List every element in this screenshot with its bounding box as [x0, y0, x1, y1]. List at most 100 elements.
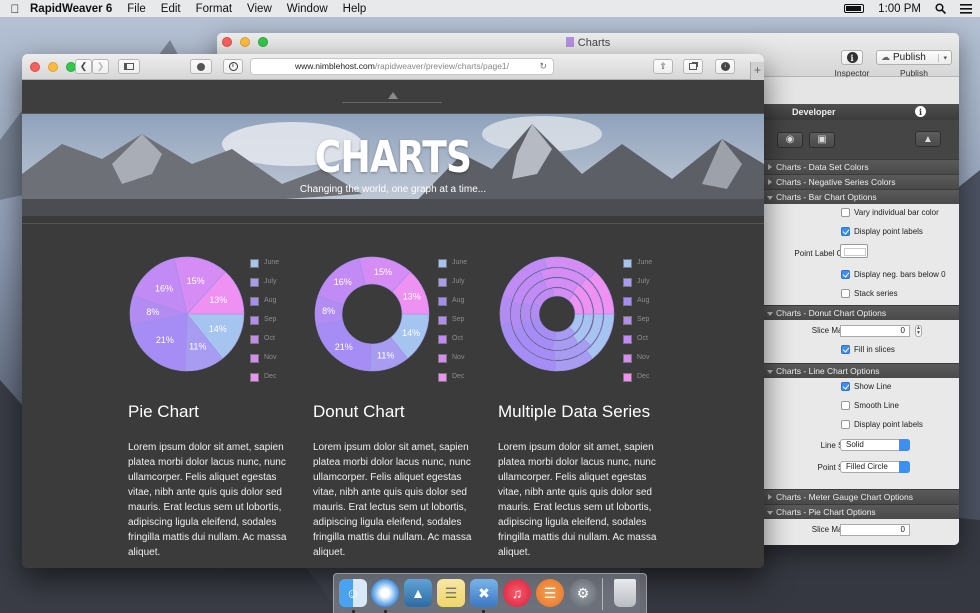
- stack-series-checkbox[interactable]: [841, 289, 850, 298]
- section-bar-chart-options[interactable]: Charts - Bar Chart Options: [764, 189, 959, 204]
- trash-icon[interactable]: [614, 579, 636, 607]
- vary-bar-color-checkbox[interactable]: [841, 208, 850, 217]
- legend-swatch: [250, 278, 259, 287]
- legend-item: Nov: [250, 354, 279, 373]
- legend-swatch: [250, 335, 259, 344]
- menu-view[interactable]: View: [247, 3, 272, 15]
- chart-slice[interactable]: [520, 302, 532, 324]
- donut-slice-margin-field[interactable]: 0: [840, 325, 910, 337]
- back-button[interactable]: ❮: [75, 59, 92, 74]
- preview-icon[interactable]: ▲: [404, 579, 432, 607]
- publish-tool[interactable]: ☁ Publish ▾ Publish: [876, 50, 952, 78]
- legend-swatch: [623, 316, 632, 325]
- pie-slice-margin-field[interactable]: 0: [840, 524, 910, 536]
- legend-label: Aug: [452, 297, 465, 304]
- chart-data-label: 21%: [335, 342, 353, 352]
- menu-clock[interactable]: 1:00 PM: [878, 3, 921, 15]
- line-style-select[interactable]: Solid: [840, 439, 910, 451]
- finder-icon[interactable]: ☺: [339, 579, 367, 607]
- legend-item: July: [623, 278, 652, 297]
- menu-help[interactable]: Help: [343, 3, 367, 15]
- inspector-tool[interactable]: i Inspector: [829, 50, 875, 78]
- section-meter-gauge-options[interactable]: Charts - Meter Gauge Chart Options: [764, 489, 959, 504]
- multi-series-donut-chart: [499, 256, 615, 372]
- extension-button[interactable]: [190, 59, 212, 74]
- menu-app-name[interactable]: RapidWeaver 6: [30, 3, 112, 15]
- eye-icon[interactable]: ◉: [777, 131, 803, 148]
- show-line-checkbox[interactable]: [841, 382, 850, 391]
- sidebar-button[interactable]: [118, 59, 140, 74]
- chart-data-label: 8%: [146, 307, 159, 317]
- forward-button[interactable]: ❯: [92, 59, 109, 74]
- section-line-chart-options[interactable]: Charts - Line Chart Options: [764, 363, 959, 378]
- legend-label: Nov: [264, 354, 277, 361]
- fill-in-slices-option: Fill in slices: [764, 341, 959, 363]
- system-preferences-icon[interactable]: ⚙: [569, 579, 597, 607]
- hero-title: CHARTS: [314, 132, 472, 183]
- legend-swatch: [438, 316, 447, 325]
- menu-window[interactable]: Window: [287, 3, 328, 15]
- pie-chart-legend: June July Aug Sep Oct Nov Dec: [250, 259, 279, 392]
- line-display-labels-checkbox[interactable]: [841, 420, 850, 429]
- chevron-down-icon[interactable]: ▾: [938, 53, 951, 62]
- chart-data-label: 13%: [403, 291, 421, 301]
- section-donut-chart-options[interactable]: Charts - Donut Chart Options: [764, 305, 959, 320]
- safari-minimize-icon[interactable]: [48, 62, 58, 72]
- legend-item: Aug: [623, 297, 652, 316]
- spotlight-search-icon[interactable]: [935, 3, 946, 14]
- menu-edit[interactable]: Edit: [161, 3, 181, 15]
- neg-bars-checkbox[interactable]: [841, 270, 850, 279]
- hero-subtitle: Changing the world, one graph at a time.…: [299, 184, 487, 195]
- legend-label: Dec: [637, 373, 650, 380]
- address-bar[interactable]: www.nimblehost.com/rapidweaver/preview/c…: [250, 58, 554, 75]
- share-button[interactable]: ⇧: [653, 59, 673, 74]
- divider: [342, 102, 442, 103]
- plugin-icon[interactable]: ▲: [915, 131, 941, 147]
- legend-item: Oct: [250, 335, 279, 354]
- reload-icon[interactable]: ↻: [539, 59, 547, 74]
- legend-item: Oct: [623, 335, 652, 354]
- lock-icon[interactable]: ▣: [809, 131, 835, 148]
- section-data-set-colors[interactable]: Charts - Data Set Colors: [764, 159, 959, 174]
- developer-info-icon[interactable]: i: [915, 106, 926, 117]
- itunes-icon[interactable]: ♫: [503, 579, 531, 607]
- tabs-button[interactable]: [683, 59, 703, 74]
- ibooks-icon[interactable]: ☰: [536, 579, 564, 607]
- donut-slice-margin-option: Slice Margin: 0 ▲ ▼: [811, 325, 922, 337]
- smooth-line-checkbox[interactable]: [841, 401, 850, 410]
- safari-window: ❮ ❯ i www.nimblehost.com/rapidweaver/pre…: [22, 54, 764, 568]
- donut-slice-margin-stepper[interactable]: ▲ ▼: [915, 325, 922, 337]
- downloads-button[interactable]: ↓: [715, 59, 735, 74]
- legend-label: Nov: [637, 354, 650, 361]
- legend-label: July: [452, 278, 465, 285]
- menu-file[interactable]: File: [127, 3, 146, 15]
- show-line-option: Show Line: [764, 378, 959, 397]
- publish-button[interactable]: ☁ Publish ▾: [876, 50, 952, 65]
- chart-data-label: 15%: [187, 276, 205, 286]
- xcode-icon[interactable]: ✖: [470, 579, 498, 607]
- web-page: CHARTS Changing the world, one graph at …: [22, 80, 764, 568]
- triangle-up-icon[interactable]: [388, 92, 398, 99]
- new-tab-button[interactable]: +: [750, 62, 764, 80]
- chart-slice[interactable]: [499, 295, 513, 326]
- inspector-button[interactable]: i: [841, 50, 863, 65]
- legend-label: Sep: [452, 316, 465, 323]
- bar-display-labels-checkbox[interactable]: [841, 227, 850, 236]
- point-label-color-well[interactable]: [840, 244, 868, 258]
- battery-icon[interactable]: [844, 4, 865, 13]
- fill-in-slices-checkbox[interactable]: [841, 345, 850, 354]
- line-style-option: Line Style:Solid: [764, 435, 959, 457]
- notes-icon[interactable]: ☰: [437, 579, 465, 607]
- neg-bars-option: Display neg. bars below 0: [764, 266, 959, 285]
- safari-icon[interactable]: ✦: [371, 579, 399, 607]
- notification-center-icon[interactable]: [960, 3, 972, 14]
- section-pie-chart-options[interactable]: Charts - Pie Chart Options: [764, 504, 959, 519]
- legend-item: July: [438, 278, 467, 297]
- safari-close-icon[interactable]: [30, 62, 40, 72]
- menu-format[interactable]: Format: [196, 3, 232, 15]
- apple-menu-icon[interactable]: : [0, 2, 30, 16]
- legend-swatch: [250, 259, 259, 268]
- point-style-select[interactable]: Filled Circle: [840, 461, 910, 473]
- reader-info-button[interactable]: i: [223, 59, 243, 74]
- section-negative-series-colors[interactable]: Charts - Negative Series Colors: [764, 174, 959, 189]
